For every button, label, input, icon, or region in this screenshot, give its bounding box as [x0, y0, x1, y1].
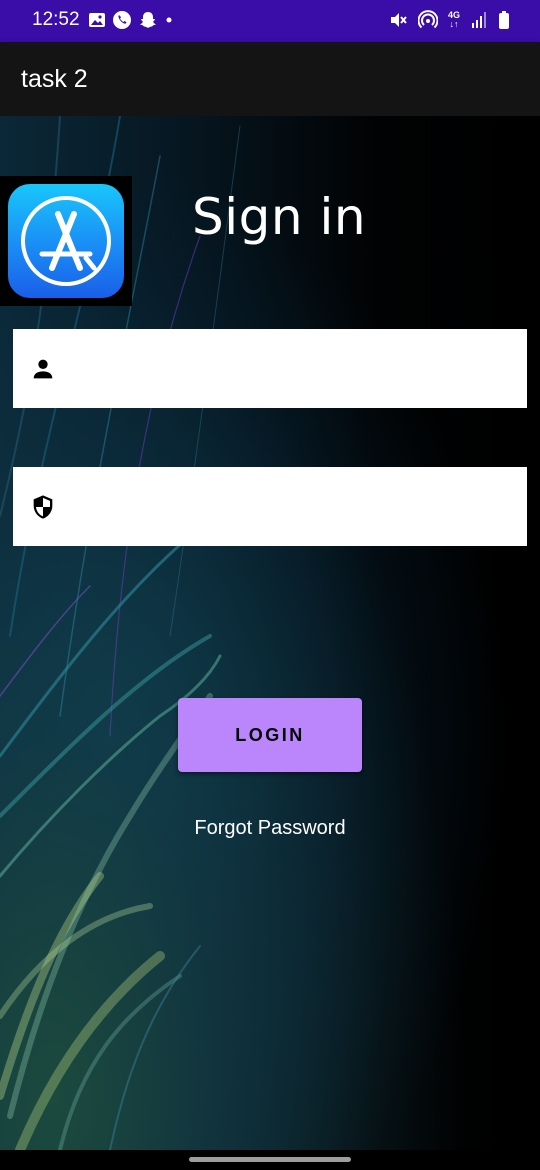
- person-icon: [33, 359, 53, 379]
- battery-icon: [499, 11, 509, 29]
- gallery-icon: [89, 13, 105, 27]
- mute-icon: [390, 13, 407, 27]
- hotspot-icon: [417, 10, 438, 29]
- app-bar: task 2: [0, 42, 540, 116]
- snapchat-icon: [140, 12, 156, 28]
- app-logo: [0, 176, 132, 306]
- sign-in-title: Sign in: [192, 188, 367, 246]
- network-4g-label: 4G: [447, 10, 460, 20]
- network-4g-icon: 4G ↓↑: [447, 10, 460, 29]
- phone-icon: [113, 11, 131, 29]
- navigation-bar: [0, 1150, 540, 1170]
- username-input[interactable]: [73, 329, 517, 410]
- login-screen: 12:52 4G ↓↑ task 2 Sign in LOGIN Forgot …: [0, 0, 540, 1170]
- app-store-glyph: [21, 196, 111, 286]
- dot-icon: [166, 17, 172, 23]
- status-left-icons: [88, 10, 174, 30]
- status-right-icons: 4G ↓↑: [388, 10, 510, 30]
- username-field[interactable]: [13, 329, 527, 410]
- signal-icon: [472, 12, 486, 28]
- shield-icon: [33, 495, 53, 519]
- password-field[interactable]: [13, 467, 527, 548]
- home-gesture-handle[interactable]: [189, 1157, 351, 1162]
- forgot-password-link[interactable]: Forgot Password: [0, 817, 540, 840]
- login-button[interactable]: LOGIN: [178, 698, 362, 772]
- password-input[interactable]: [73, 467, 517, 548]
- status-bar: 12:52 4G ↓↑: [0, 0, 540, 42]
- app-title: task 2: [21, 65, 88, 93]
- app-store-icon: [8, 184, 124, 298]
- status-time: 12:52: [32, 9, 80, 30]
